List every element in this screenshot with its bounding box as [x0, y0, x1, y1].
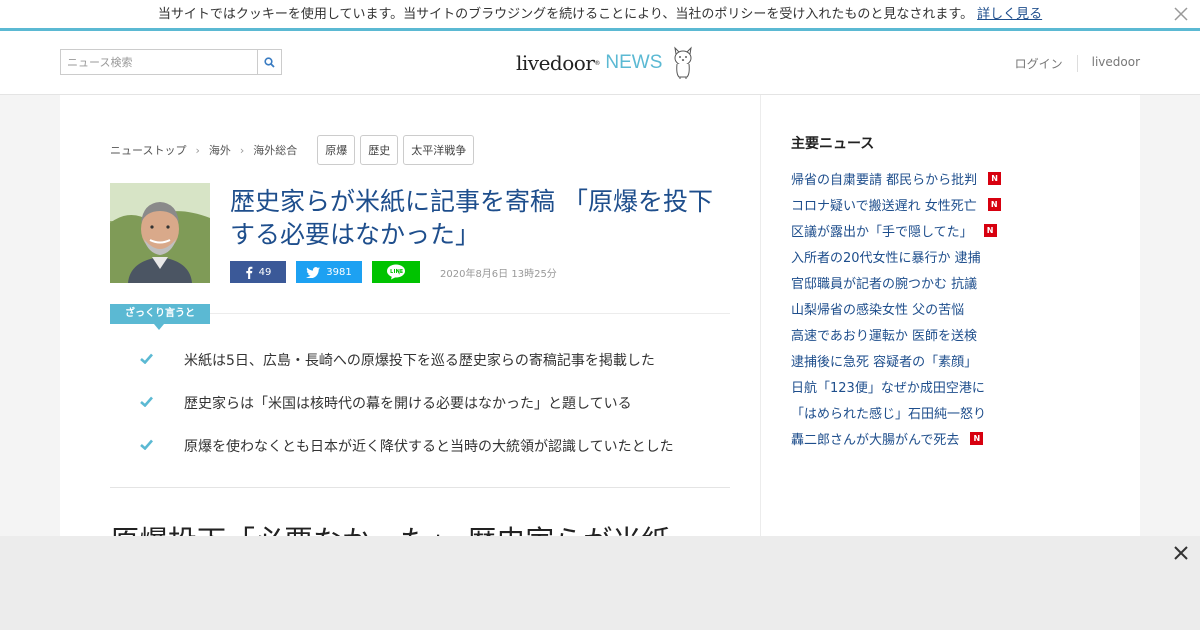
sidebar-title: 主要ニュース: [791, 136, 875, 152]
breadcrumb: ニューストップ › 海外 › 海外総合 原爆 歴史 太平洋戦争: [110, 135, 475, 165]
news-link[interactable]: 逮捕後に急死 容疑者の「素顔」: [791, 351, 977, 370]
chevron-right-icon: ›: [239, 143, 245, 157]
close-icon[interactable]: [1172, 544, 1190, 562]
breadcrumb-item-top[interactable]: ニューストップ: [110, 142, 186, 158]
line-share-button[interactable]: [372, 261, 420, 283]
search-button[interactable]: [257, 50, 281, 74]
breadcrumb-item-overseas[interactable]: 海外: [209, 142, 231, 158]
news-list-item[interactable]: 逮捕後に急死 容疑者の「素顔」: [791, 347, 1001, 373]
news-link[interactable]: 区議が露出か「手で隠してた」: [791, 221, 973, 240]
twitter-share-count: 3981: [326, 266, 352, 278]
new-badge: N: [983, 223, 997, 237]
cookie-bar: 当サイトではクッキーを使用しています。当サイトのブラウジングを続けることにより、…: [0, 0, 1200, 31]
news-link[interactable]: 日航「123便」なぜか成田空港に: [791, 377, 985, 396]
news-list-item[interactable]: 日航「123便」なぜか成田空港に: [791, 373, 1001, 399]
search-icon: [264, 56, 275, 68]
news-list-item[interactable]: 高速であおり運転か 医師を送検: [791, 321, 1001, 347]
publish-date: 2020年8月6日 13時25分: [440, 268, 557, 280]
news-list-item[interactable]: 帰省の自粛要請 都民らから批判 N: [791, 165, 1002, 191]
new-badge: N: [987, 197, 1001, 211]
logo-brand: livedoor: [516, 51, 595, 75]
checkmark-icon: [140, 353, 153, 364]
news-list-item[interactable]: 轟二郎さんが大腸がんで死去 N: [791, 425, 1001, 451]
tag-atomic-bomb[interactable]: 原爆: [317, 135, 356, 165]
news-link[interactable]: 官邸職員が記者の腕つかむ 抗議: [791, 273, 977, 292]
news-link[interactable]: 轟二郎さんが大腸がんで死去: [791, 429, 959, 448]
tag-pacific-war[interactable]: 太平洋戦争: [403, 135, 475, 165]
article-thumbnail[interactable]: [110, 183, 210, 283]
new-badge: N: [988, 171, 1002, 185]
logo-news: NEWS: [605, 52, 663, 73]
search-input[interactable]: [61, 50, 257, 74]
news-link[interactable]: 入所者の20代女性に暴行か 逮捕: [791, 247, 981, 266]
header-nav: ログイン livedoor: [1001, 55, 1140, 72]
new-badge: N: [970, 431, 984, 445]
site-header: livedoor®NEWS ログイン livedoor: [0, 31, 1200, 95]
top-news-list: 帰省の自粛要請 都民らから批判 N コロナ疑いで搬送遅れ 女性死亡 N 区議が露出か…: [791, 165, 1002, 451]
news-list-item[interactable]: コロナ疑いで搬送遅れ 女性死亡 N: [791, 191, 1001, 217]
dog-mascot-icon: [674, 46, 693, 79]
news-list-item[interactable]: 入所者の20代女性に暴行か 逮捕: [791, 243, 1001, 269]
summary-point: 原爆を使わなくとも日本が近く降伏すると当時の大統領が認識していたとした: [140, 438, 674, 481]
line-icon: [387, 264, 405, 280]
cookie-details-link[interactable]: 詳しく見る: [977, 7, 1042, 22]
article-title: 歴史家らが米紙に記事を寄稿 「原爆を投下する必要はなかった」: [230, 187, 713, 249]
summary-point-text: 歴史家らは「米国は核時代の幕を開ける必要はなかった」と題している: [184, 396, 632, 412]
facebook-icon: [245, 266, 253, 279]
facebook-share-button[interactable]: 49: [230, 261, 286, 283]
close-icon[interactable]: [1172, 5, 1190, 23]
twitter-share-button[interactable]: 3981: [296, 261, 362, 283]
summary-point-text: 米紙は5日、広島・長崎への原爆投下を巡る歴史家らの寄稿記事を掲載した: [184, 353, 655, 369]
chevron-right-icon: ›: [195, 143, 200, 157]
news-link[interactable]: コロナ疑いで搬送遅れ 女性死亡: [791, 195, 977, 214]
checkmark-icon: [140, 439, 153, 450]
summary-point: 歴史家らは「米国は核時代の幕を開ける必要はなかった」と題している: [140, 395, 674, 438]
share-bar: 49 3981 2020年8月6日 13時25分: [230, 261, 557, 283]
news-list-item[interactable]: 「はめられた感じ」石田純一怒り: [791, 399, 1001, 425]
livedoor-link[interactable]: livedoor: [1076, 55, 1140, 72]
tag-history[interactable]: 歴史: [360, 135, 399, 165]
news-list-item[interactable]: 山梨帰省の感染女性 父の苦悩: [791, 295, 1001, 321]
checkmark-icon: [140, 396, 153, 407]
person-photo: [110, 183, 210, 283]
cookie-message: 当サイトではクッキーを使用しています。当サイトのブラウジングを続けることにより、…: [157, 7, 974, 22]
summary-label: ざっくり言うと: [110, 304, 210, 330]
summary-point-text: 原爆を使わなくとも日本が近く降伏すると当時の大統領が認識していたとした: [184, 439, 674, 455]
news-list-item[interactable]: 官邸職員が記者の腕つかむ 抗議: [791, 269, 1001, 295]
summary-points: 米紙は5日、広島・長崎への原爆投下を巡る歴史家らの寄稿記事を掲載した 歴史家らは…: [140, 352, 674, 481]
search-box: [60, 49, 282, 75]
news-link[interactable]: 「はめられた感じ」石田純一怒り: [791, 403, 986, 422]
bottom-ad-banner: [0, 536, 1200, 630]
site-logo[interactable]: livedoor ® NEWS: [516, 43, 696, 83]
twitter-icon: [306, 266, 321, 278]
news-link[interactable]: 高速であおり運転か 医師を送検: [791, 325, 977, 344]
breadcrumb-item-overseas-general[interactable]: 海外総合: [253, 142, 297, 158]
section-divider: [110, 487, 730, 488]
news-list-item[interactable]: 区議が露出か「手で隠してた」 N: [791, 217, 1001, 243]
summary-point: 米紙は5日、広島・長崎への原爆投下を巡る歴史家らの寄稿記事を掲載した: [140, 352, 674, 395]
summary-divider: [210, 313, 730, 314]
login-link[interactable]: ログイン: [1001, 55, 1077, 72]
facebook-share-count: 49: [258, 266, 272, 278]
news-link[interactable]: 山梨帰省の感染女性 父の苦悩: [791, 299, 964, 318]
logo-reg-mark: ®: [594, 59, 601, 67]
news-link[interactable]: 帰省の自粛要請 都民らから批判: [791, 169, 977, 188]
